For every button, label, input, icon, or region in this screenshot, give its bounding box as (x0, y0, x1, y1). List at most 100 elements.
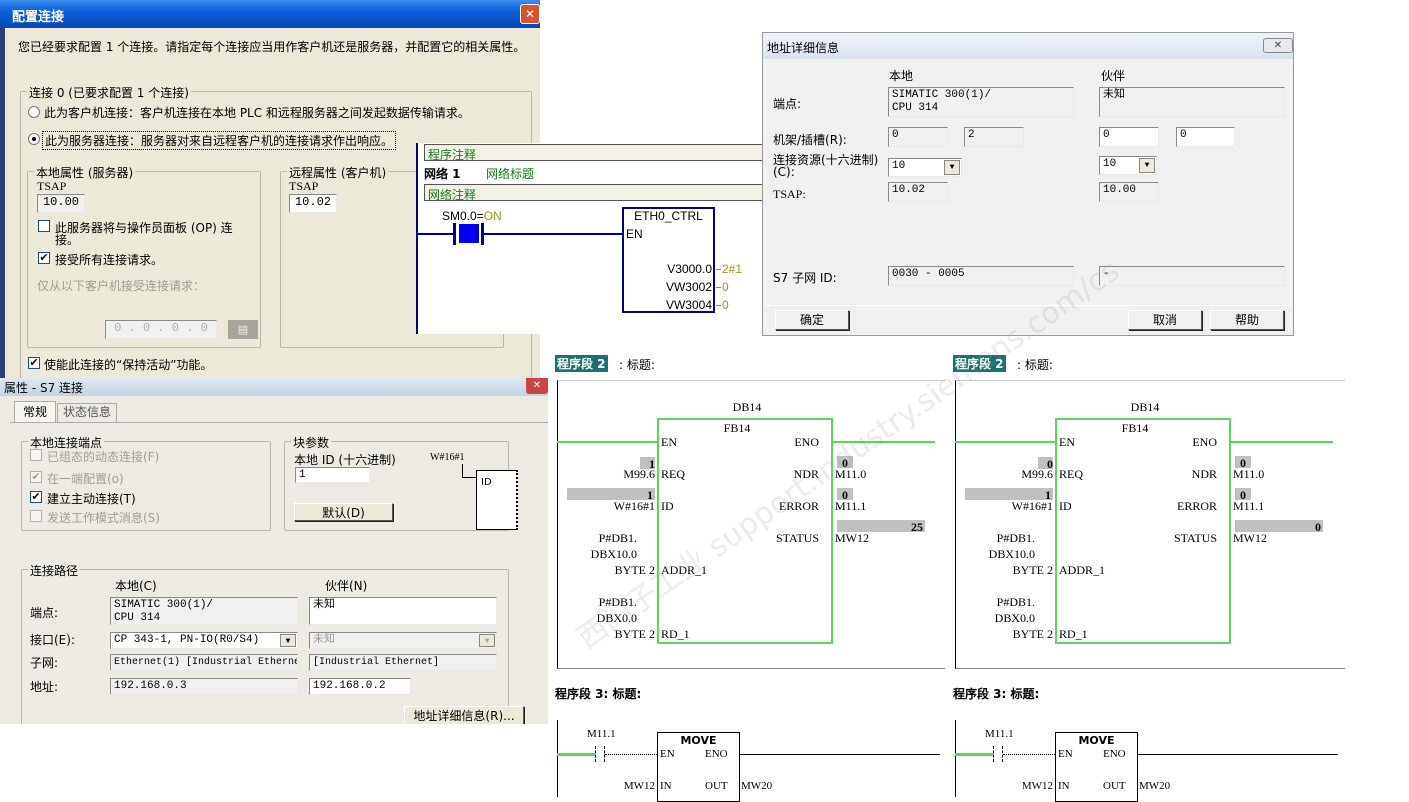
op-checkbox-label: 此服务器将与操作员面板 (OP) 连 (55, 221, 233, 235)
input-pin: REQ (1059, 467, 1083, 481)
pointer-line-2: DBX10.0 (590, 547, 637, 561)
input-pin: RD_1 (661, 627, 690, 641)
close-button[interactable]: ✕ (520, 4, 540, 24)
active-connection-label: 建立主动连接(T) (47, 492, 136, 506)
id-diagram: ID (462, 464, 522, 532)
keepalive-checkbox[interactable]: ✔ (28, 357, 40, 369)
endpoint-partner[interactable]: 未知 (309, 597, 497, 625)
col-local: 本地 (889, 69, 914, 83)
contact-m11-1[interactable] (993, 746, 1003, 762)
input-pin: EN (1059, 435, 1075, 449)
network-comment: 网络注释 (428, 188, 477, 202)
in-operand: MW12 (623, 780, 655, 792)
energized-wire (557, 753, 595, 756)
en-wire (557, 441, 657, 443)
local-id-field[interactable]: 1 (295, 467, 370, 483)
input-pin: RD_1 (1059, 627, 1088, 641)
db-label: DB14 (1130, 400, 1160, 414)
s7-connection-properties-dialog: 属性 - S7 连接 ✕ 常规 状态信息 本地连接端点 已组态的动态连接(F) … (0, 378, 548, 724)
ok-button[interactable]: 确定 (775, 310, 849, 330)
rack-local: 0 (888, 127, 948, 147)
output-pin: ENO (1192, 435, 1217, 449)
cancel-button[interactable]: 取消 (1128, 310, 1202, 330)
accept-all-checkbox[interactable]: ✔ (38, 252, 50, 264)
local-tsap-field[interactable]: 10.00 (37, 194, 85, 213)
rack-partner[interactable]: 0 (1099, 127, 1159, 147)
program-comment: 程序注释 (428, 148, 477, 162)
default-button[interactable]: 默认(D) (294, 503, 393, 521)
local-id-hint: W#16#1 (430, 452, 465, 463)
in-pin: IN (1058, 780, 1070, 792)
chevron-down-icon: ▼ (944, 160, 960, 175)
address-label: 地址: (30, 680, 59, 694)
rung-line (418, 233, 623, 235)
send-mode-checkbox (30, 510, 42, 522)
contact-sm0-0[interactable] (453, 223, 484, 245)
active-connection-checkbox[interactable]: ✔ (30, 491, 42, 503)
col-partner: 伙伴 (1101, 69, 1126, 83)
tsap-local: 10.02 (888, 182, 948, 202)
server-radio[interactable] (28, 133, 40, 145)
op-checkbox[interactable] (38, 220, 50, 232)
contact-label: SM0.0=ON (442, 209, 502, 223)
db-label: DB14 (732, 400, 762, 414)
endpoint-partner: 未知 (1099, 87, 1285, 117)
segment-title: : 标题: (1017, 358, 1053, 372)
eno-wire (1231, 441, 1333, 443)
contact-m11-1[interactable] (595, 746, 605, 762)
power-rail (416, 143, 418, 334)
server-radio-label[interactable]: 此为服务器连接：服务器对来自远程客户机的连接请求作出响应。 (42, 131, 397, 150)
client-radio-label[interactable]: 此为客户机连接：客户机连接在本地 PLC 和远程服务器之间发起数据传输请求。 (44, 104, 470, 121)
interface-local-value: CP 343-1, PN-IO(R0/S4) (114, 634, 260, 646)
remote-tsap-field[interactable]: 10.02 (289, 194, 337, 213)
pointer-line-3: BYTE 2 (1012, 563, 1053, 577)
block-name: ETH0_CTRL (634, 209, 703, 223)
status-operand: MW12 (835, 531, 869, 545)
resource-local-select[interactable]: 10 ▼ (888, 158, 962, 177)
contact-state: ON (483, 209, 502, 223)
input-pin: EN (661, 435, 677, 449)
resource-partner-value: 10 (1103, 158, 1117, 170)
interface-local-select[interactable]: CP 343-1, PN-IO(R0/S4) ▼ (110, 632, 298, 649)
close-button[interactable]: ✕ (1263, 38, 1293, 53)
slot-partner[interactable]: 0 (1176, 127, 1235, 147)
id-diagram-label: ID (481, 477, 492, 488)
tsap-partner: 10.00 (1099, 182, 1159, 202)
subnet-local: Ethernet(1) [Industrial Ethernet] (110, 654, 298, 671)
eno-wire (1138, 754, 1338, 755)
dialog-title: 地址详细信息 (767, 41, 840, 55)
tsap-label: TSAP: (773, 187, 806, 201)
id-operand: W#16#1 (613, 499, 655, 513)
interface-partner-value: 未知 (313, 634, 335, 646)
remote-tsap-label: TSAP (289, 179, 319, 193)
close-button[interactable]: ✕ (526, 378, 548, 394)
address-partner[interactable]: 192.168.0.2 (309, 678, 411, 695)
output-value: 0 (722, 298, 729, 312)
help-button[interactable]: 帮助 (1210, 310, 1284, 330)
ndr-operand: M11.0 (1233, 467, 1265, 481)
pointer-line-1: P#DB1. (598, 531, 637, 545)
id-operand: W#16#1 (1011, 499, 1053, 513)
close-icon: ✕ (1273, 40, 1283, 51)
energized-wire (955, 753, 993, 756)
en-wire (955, 441, 1055, 443)
tab-status[interactable]: 状态信息 (57, 403, 117, 422)
resource-partner-select[interactable]: 10 ▼ (1099, 156, 1157, 175)
network-title[interactable]: 网络标题 (486, 165, 534, 182)
subnet-id-partner: - (1099, 266, 1285, 286)
output-pin: ERROR (1176, 499, 1217, 513)
address-details-dialog: 地址详细信息 ✕ 本地 伙伴 端点: SIMATIC 300(1)/ CPU 3… (762, 32, 1294, 336)
client-radio[interactable] (28, 106, 40, 118)
output-pin: ENO (794, 435, 819, 449)
pointer-line-2: DBX10.0 (988, 547, 1035, 561)
pointer-line-3: BYTE 2 (1012, 627, 1053, 641)
in-operand: MW12 (1021, 780, 1053, 792)
close-icon: ✕ (524, 7, 536, 21)
accept-all-label: 接受所有连接请求。 (55, 253, 164, 267)
tab-general[interactable]: 常规 (14, 401, 56, 423)
fb-label: FB14 (723, 421, 751, 435)
req-operand: M99.6 (623, 467, 655, 481)
address-details-button[interactable]: 地址详细信息(R)... (404, 706, 524, 724)
address-local: 192.168.0.3 (110, 678, 298, 695)
out-pin: OUT (705, 780, 728, 792)
